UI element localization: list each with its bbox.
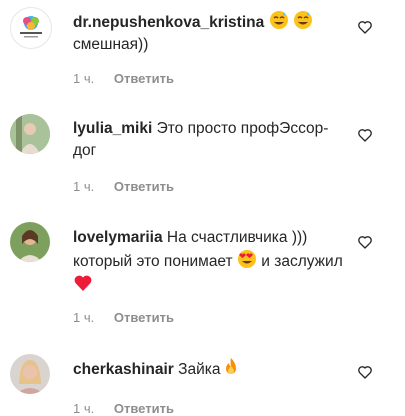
fire-emoji <box>225 358 236 374</box>
avatar[interactable] <box>10 7 52 49</box>
heart-outline-icon[interactable] <box>357 234 373 250</box>
reply-button[interactable]: Ответить <box>114 310 174 325</box>
username[interactable]: dr.nepushenkova_kristina <box>73 14 264 31</box>
reply-button[interactable]: Ответить <box>114 179 174 194</box>
heart-eyes-emoji <box>237 250 256 268</box>
username[interactable]: lyulia_miki <box>73 120 152 137</box>
comment-text: Зайка <box>173 361 221 378</box>
reply-button[interactable]: Ответить <box>114 71 174 86</box>
comment-text-continued: и заслужил <box>256 253 343 270</box>
avatar[interactable] <box>10 114 50 154</box>
comment-time: 1 ч. <box>73 71 95 86</box>
photo-icon <box>10 114 50 154</box>
username[interactable]: cherkashinair <box>73 361 174 378</box>
avatar[interactable] <box>10 222 50 262</box>
comment-time: 1 ч. <box>73 401 95 416</box>
sweat-smile-emoji <box>269 11 288 29</box>
username[interactable]: lovelymariia <box>73 229 163 246</box>
avatar[interactable] <box>10 354 50 394</box>
reply-button[interactable]: Ответить <box>114 401 174 416</box>
logo-icon <box>20 16 42 38</box>
photo-icon <box>10 222 50 262</box>
comment-time: 1 ч. <box>73 310 95 325</box>
photo-icon <box>10 354 50 394</box>
heart-outline-icon[interactable] <box>357 19 373 35</box>
comment-text: смешная)) <box>73 36 149 53</box>
red-heart-emoji <box>74 275 92 291</box>
heart-outline-icon[interactable] <box>357 127 373 143</box>
heart-outline-icon[interactable] <box>357 364 373 380</box>
sweat-smile-emoji <box>293 11 312 29</box>
comment-time: 1 ч. <box>73 179 95 194</box>
